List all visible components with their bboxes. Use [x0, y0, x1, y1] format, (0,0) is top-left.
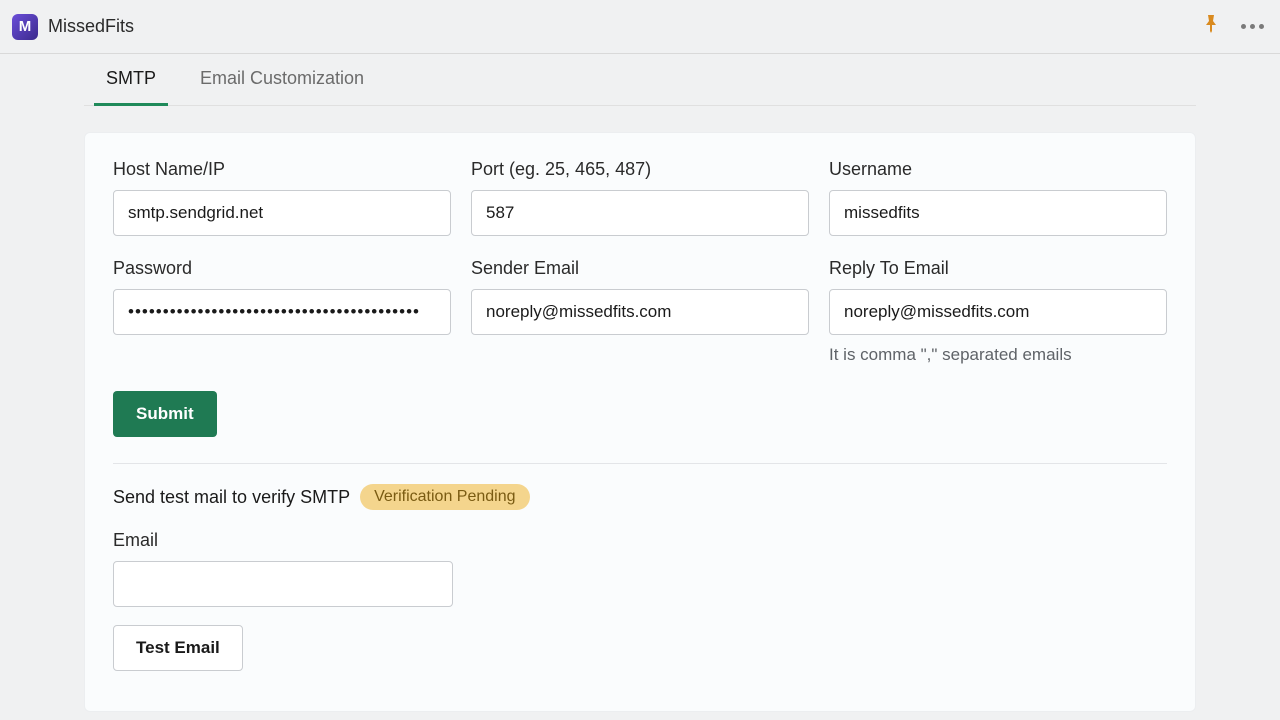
field-username: Username: [829, 159, 1167, 236]
input-reply-to[interactable]: [829, 289, 1167, 335]
field-reply-to: Reply To Email It is comma "," separated…: [829, 258, 1167, 365]
label-password: Password: [113, 258, 451, 279]
label-sender-email: Sender Email: [471, 258, 809, 279]
input-username[interactable]: [829, 190, 1167, 236]
label-reply-to: Reply To Email: [829, 258, 1167, 279]
verification-badge: Verification Pending: [360, 484, 529, 510]
app-title: MissedFits: [48, 16, 134, 37]
hint-reply-to: It is comma "," separated emails: [829, 345, 1167, 365]
field-test-email: Email: [113, 530, 453, 607]
input-sender-email[interactable]: [471, 289, 809, 335]
tab-email-customization-label: Email Customization: [200, 68, 364, 88]
label-test-email: Email: [113, 530, 453, 551]
test-email-button-label: Test Email: [136, 638, 220, 658]
input-port[interactable]: [471, 190, 809, 236]
field-password: Password: [113, 258, 451, 365]
app-logo-letter: M: [19, 18, 32, 35]
tab-smtp-label: SMTP: [106, 68, 156, 88]
field-host: Host Name/IP: [113, 159, 451, 236]
input-host[interactable]: [113, 190, 451, 236]
field-sender-email: Sender Email: [471, 258, 809, 365]
tabs: SMTP Email Customization: [84, 54, 1196, 106]
label-username: Username: [829, 159, 1167, 180]
label-port: Port (eg. 25, 465, 487): [471, 159, 809, 180]
app-logo-icon: M: [12, 14, 38, 40]
verify-heading: Send test mail to verify SMTP: [113, 487, 350, 508]
field-port: Port (eg. 25, 465, 487): [471, 159, 809, 236]
divider: [113, 463, 1167, 464]
pin-icon[interactable]: [1203, 15, 1219, 38]
verify-row: Send test mail to verify SMTP Verificati…: [113, 484, 1167, 510]
title-bar: M MissedFits: [0, 0, 1280, 54]
submit-button-label: Submit: [136, 404, 194, 424]
smtp-settings-card: Host Name/IP Port (eg. 25, 465, 487) Use…: [84, 132, 1196, 712]
tab-email-customization[interactable]: Email Customization: [178, 54, 386, 105]
tab-smtp[interactable]: SMTP: [84, 54, 178, 105]
input-password[interactable]: [113, 289, 451, 335]
test-email-button[interactable]: Test Email: [113, 625, 243, 671]
more-menu-icon[interactable]: [1237, 20, 1268, 33]
input-test-email[interactable]: [113, 561, 453, 607]
submit-button[interactable]: Submit: [113, 391, 217, 437]
label-host: Host Name/IP: [113, 159, 451, 180]
